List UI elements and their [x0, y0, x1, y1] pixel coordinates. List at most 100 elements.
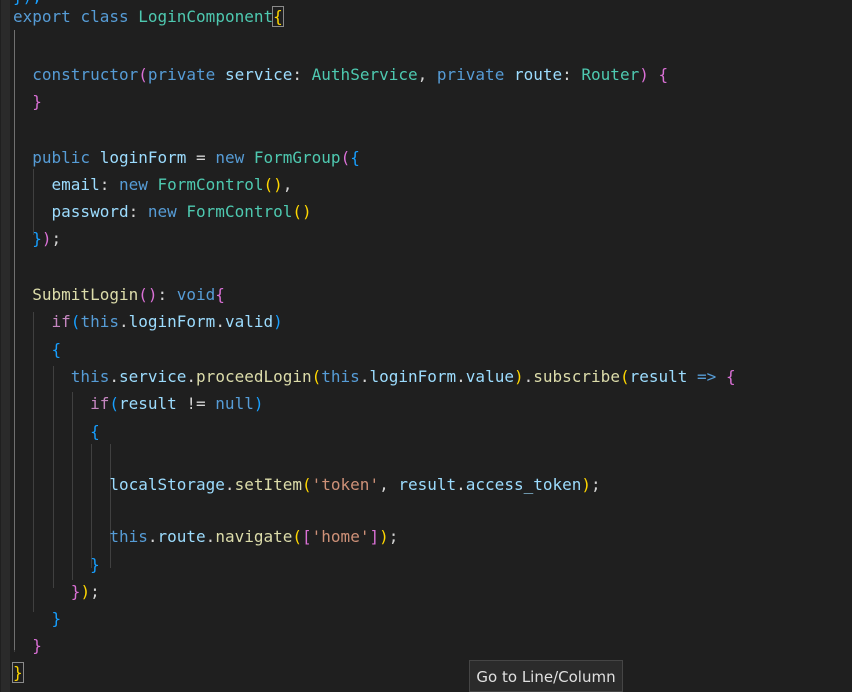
code-token: access_token [465, 475, 582, 494]
code-token: ( [619, 367, 630, 386]
code-token: } [12, 662, 24, 683]
indent-guide [110, 444, 111, 568]
code-line: this.service.proceedLogin(this.loginForm… [70, 367, 736, 386]
code-token: null [215, 394, 254, 413]
code-token: } [32, 636, 42, 655]
code-token: result [629, 367, 688, 386]
code-token: this [80, 312, 119, 331]
code-line: if(result != null) [90, 394, 264, 413]
code-token: ) [41, 229, 52, 248]
go-to-line-tooltip[interactable]: Go to Line/Column [469, 660, 623, 692]
code-token: localStorage [109, 475, 225, 494]
code-token: password [51, 202, 129, 221]
code-token: FormControl [157, 175, 264, 194]
code-token: loginForm [128, 312, 216, 331]
code-line: export class LoginComponent{ [13, 6, 284, 28]
code-token: setItem [234, 475, 302, 494]
code-token: ( [311, 367, 322, 386]
code-token: private [147, 65, 216, 84]
code-token: FormGroup [253, 148, 341, 167]
code-line: SubmitLogin(): void{ [32, 285, 225, 304]
code-token: { [272, 6, 284, 27]
code-line: }); [32, 229, 62, 248]
code-token: this [321, 367, 360, 386]
code-token: ( [109, 394, 119, 413]
code-token: ) [639, 65, 649, 84]
code-token: value [465, 367, 514, 386]
code-token: if [90, 394, 110, 413]
code-token: [ [302, 527, 312, 546]
code-token: navigate [215, 527, 293, 546]
code-line: constructor(private service: AuthService… [32, 65, 669, 84]
code-token: proceedLogin [196, 367, 312, 386]
code-token: result [398, 475, 457, 494]
code-token: valid [224, 312, 274, 331]
code-token: ( [292, 527, 303, 546]
code-token: loginForm [369, 367, 457, 386]
indent-guide [91, 444, 92, 568]
code-token: { [90, 422, 100, 441]
code-token: new [118, 175, 148, 194]
code-token: } [90, 555, 100, 574]
code-token: public [32, 148, 91, 167]
code-line: email: new FormControl(), [51, 175, 293, 194]
code-token: this [109, 527, 148, 546]
code-line: password: new FormControl() [51, 202, 312, 221]
code-token: ) [273, 312, 283, 331]
code-token: new [215, 148, 245, 167]
code-token: if [51, 312, 71, 331]
code-token: route [513, 65, 563, 84]
code-token: () [292, 202, 312, 221]
code-line: this.route.navigate(['home']); [109, 527, 399, 546]
code-token: { [725, 367, 736, 386]
code-line: { [13, 421, 100, 443]
code-token: SubmitLogin [32, 285, 139, 304]
code-token: LoginComponent [138, 7, 274, 26]
code-editor[interactable]: }); export class LoginComponent{ constru… [0, 0, 852, 692]
code-token: class [80, 7, 129, 26]
code-line: } [13, 635, 42, 657]
code-token: loginForm [99, 148, 187, 167]
code-token: ) [80, 582, 91, 601]
code-token: () [263, 175, 283, 194]
code-line: public loginForm = new FormGroup({ [32, 148, 360, 167]
code-token: { [51, 340, 62, 359]
code-token: service [224, 65, 293, 84]
code-token: constructor [32, 65, 139, 84]
code-token: void [176, 285, 216, 304]
code-token: ) [379, 527, 389, 546]
code-token: ] [369, 527, 380, 546]
code-token: { [215, 285, 225, 304]
code-token: ( [302, 475, 312, 494]
code-token: 'home' [311, 527, 370, 546]
code-token: => [697, 367, 717, 386]
current-line-gutter [1, 0, 10, 692]
code-token: { [658, 65, 669, 84]
code-token: { [350, 148, 360, 167]
code-line: if(this.loginForm.valid) [51, 312, 283, 331]
code-token: Router [581, 65, 640, 84]
code-token: ) [581, 475, 592, 494]
code-token: export [13, 7, 71, 26]
code-token: result [118, 394, 177, 413]
code-token: AuthService [311, 65, 418, 84]
code-line: } [13, 554, 100, 576]
code-line: } [13, 91, 42, 113]
code-token: } [32, 92, 42, 111]
code-token: } [51, 609, 62, 628]
code-token: ( [70, 312, 81, 331]
code-line: { [13, 339, 62, 361]
code-token: new [147, 202, 177, 221]
code-token: FormControl [186, 202, 293, 221]
code-token: service [118, 367, 187, 386]
code-token: ) [513, 367, 524, 386]
code-line: } [13, 608, 62, 630]
code-token: ) [253, 394, 264, 413]
code-token: email [51, 175, 100, 194]
code-token: } [32, 229, 42, 248]
code-token: } [70, 582, 81, 601]
code-token: () [138, 285, 158, 304]
code-line: }); [70, 582, 100, 601]
code-token: route [157, 527, 206, 546]
code-line: } [12, 662, 24, 684]
